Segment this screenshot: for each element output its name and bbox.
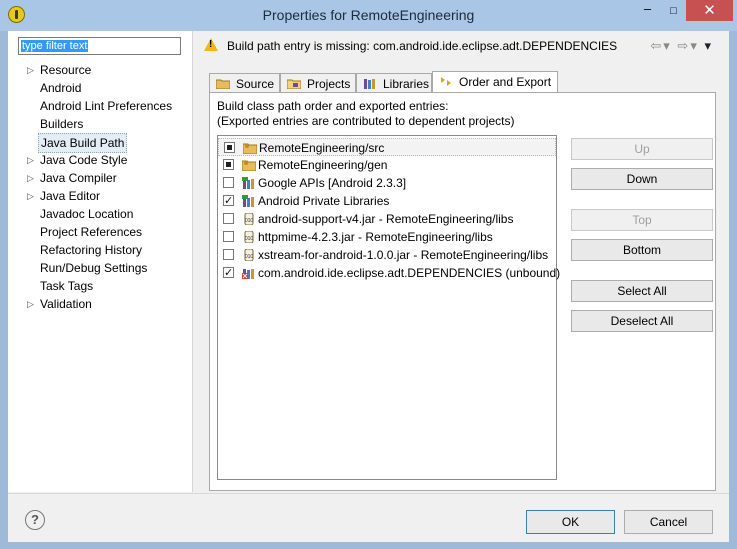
chevron-right-icon[interactable]: ▷ [27, 151, 34, 169]
properties-window: Properties for RemoteEngineering – □ ✕ t… [0, 0, 737, 549]
forward-arrow-icon[interactable]: ⇨▾ [677, 38, 698, 53]
property-page: Build path entry is missing: com.android… [193, 31, 729, 492]
library-icon [242, 177, 254, 189]
preference-tree-pane: type filter text ▷ Resource Android Andro… [8, 31, 193, 492]
library-icon [242, 195, 254, 207]
chevron-right-icon[interactable]: ▷ [27, 187, 34, 205]
tree-item-java-compiler[interactable]: ▷ Java Compiler [8, 169, 192, 187]
tab-source[interactable]: Source [209, 73, 280, 93]
list-item[interactable]: Google APIs [Android 2.3.3] [218, 174, 556, 192]
list-item[interactable]: 010 httpmime-4.2.3.jar - RemoteEngineeri… [218, 228, 556, 246]
dialog-footer: ? OK Cancel [8, 493, 729, 542]
close-button[interactable]: ✕ [686, 0, 733, 21]
tree-item-task-tags[interactable]: Task Tags [8, 277, 192, 295]
svg-text:010: 010 [245, 218, 254, 224]
svg-text:010: 010 [245, 236, 254, 242]
tab-libraries[interactable]: Libraries [356, 73, 432, 93]
list-item[interactable]: RemoteEngineering/gen [218, 156, 556, 174]
jar-icon: 010 [244, 213, 254, 225]
projects-icon [287, 79, 301, 89]
order-export-icon [441, 77, 451, 86]
list-item[interactable]: Android Private Libraries [218, 192, 556, 210]
libraries-icon [364, 79, 375, 89]
tree-item-java-build-path[interactable]: Java Build Path [8, 133, 192, 153]
panel-description: Build class path order and exported entr… [217, 99, 515, 128]
menu-chevron-down-icon[interactable]: ▾ [704, 38, 713, 53]
source-folder-icon [216, 79, 230, 89]
source-folder-icon [242, 160, 256, 171]
list-item[interactable]: com.android.ide.eclipse.adt.DEPENDENCIES… [218, 264, 560, 282]
chevron-right-icon[interactable]: ▷ [27, 61, 34, 79]
filter-input[interactable]: type filter text [18, 37, 181, 55]
ok-button[interactable]: OK [526, 510, 615, 534]
export-checkbox[interactable] [224, 142, 235, 153]
warning-message: Build path entry is missing: com.android… [227, 39, 618, 53]
export-checkbox[interactable] [223, 177, 234, 188]
export-checkbox[interactable] [223, 192, 234, 210]
tree-item-android-lint[interactable]: Android Lint Preferences [8, 97, 192, 115]
tree-item-java-code-style[interactable]: ▷ Java Code Style [8, 151, 192, 169]
tab-projects[interactable]: Projects [280, 73, 356, 93]
window-title: Properties for RemoteEngineering [262, 7, 475, 23]
tree-item-java-editor[interactable]: ▷ Java Editor [8, 187, 192, 205]
export-checkbox[interactable] [223, 231, 234, 242]
source-folder-icon [243, 143, 257, 154]
back-arrow-icon[interactable]: ⇦▾ [650, 38, 671, 53]
tree-item-builders[interactable]: Builders [8, 115, 192, 133]
up-button[interactable]: Up [571, 138, 713, 160]
tree-item-refactoring-history[interactable]: Refactoring History [8, 241, 192, 259]
filter-input-text: type filter text [21, 40, 89, 52]
list-item[interactable]: 010 android-support-v4.jar - RemoteEngin… [218, 210, 556, 228]
export-checkbox[interactable] [223, 264, 234, 282]
order-and-export-panel: Build class path order and exported entr… [209, 92, 716, 491]
help-icon[interactable]: ? [25, 510, 45, 530]
tree-item-resource[interactable]: ▷ Resource [8, 61, 192, 79]
message-bar: Build path entry is missing: com.android… [193, 31, 729, 61]
list-item[interactable]: 010 xstream-for-android-1.0.0.jar - Remo… [218, 246, 556, 264]
warning-icon [204, 38, 218, 51]
cancel-button[interactable]: Cancel [624, 510, 713, 534]
tree-item-android[interactable]: Android [8, 79, 192, 97]
history-nav: ⇦▾ ⇨▾ ▾ [650, 38, 713, 54]
unbound-library-icon [242, 269, 254, 279]
bottom-button[interactable]: Bottom [571, 239, 713, 261]
export-checkbox[interactable] [223, 249, 234, 260]
chevron-right-icon[interactable]: ▷ [27, 295, 34, 313]
tree-item-project-references[interactable]: Project References [8, 223, 192, 241]
deselect-all-button[interactable]: Deselect All [571, 310, 713, 332]
export-checkbox[interactable] [223, 213, 234, 224]
tree-item-javadoc-location[interactable]: Javadoc Location [8, 205, 192, 223]
svg-text:010: 010 [245, 254, 254, 260]
tree-item-run-debug-settings[interactable]: Run/Debug Settings [8, 259, 192, 277]
tree-item-validation[interactable]: ▷ Validation [8, 295, 192, 313]
chevron-right-icon[interactable]: ▷ [27, 169, 34, 187]
list-item[interactable]: RemoteEngineering/src [218, 138, 556, 156]
top-button[interactable]: Top [571, 209, 713, 231]
down-button[interactable]: Down [571, 168, 713, 190]
classpath-entry-list[interactable]: RemoteEngineering/src RemoteEngineering/… [217, 135, 560, 480]
minimize-button[interactable]: – [634, 1, 661, 21]
select-all-button[interactable]: Select All [571, 280, 713, 302]
maximize-button[interactable]: □ [661, 1, 686, 21]
jar-icon: 010 [244, 231, 254, 243]
dialog-client: type filter text ▷ Resource Android Andro… [8, 31, 729, 542]
export-checkbox[interactable] [223, 159, 234, 170]
title-bar[interactable]: Properties for RemoteEngineering – □ ✕ [0, 0, 737, 31]
jar-icon: 010 [244, 249, 254, 261]
